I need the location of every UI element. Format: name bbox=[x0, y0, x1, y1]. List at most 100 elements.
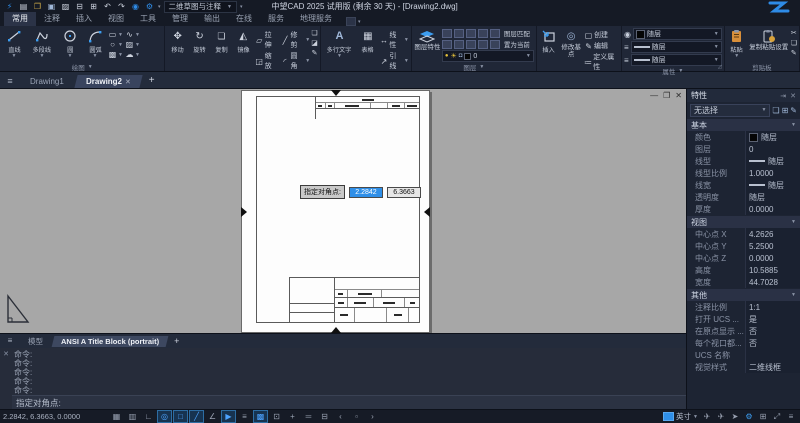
modify-修剪-button[interactable]: ╱修剪▼ bbox=[281, 30, 311, 50]
layer-properties-button[interactable]: 图层特性 bbox=[414, 28, 441, 51]
property-value[interactable]: 0.0000 bbox=[745, 252, 800, 264]
layer-lock-icon[interactable]: ◘ bbox=[459, 53, 463, 59]
layer-merge-icon[interactable] bbox=[478, 40, 488, 49]
layer-isolate-icon[interactable] bbox=[478, 29, 488, 38]
gradient-button[interactable]: ▩▼ bbox=[108, 50, 123, 59]
customize-menu-icon[interactable]: ≡ bbox=[785, 412, 797, 422]
polar-tracking-toggle[interactable]: ◎ bbox=[157, 410, 172, 423]
property-value[interactable]: 1.0000 bbox=[745, 167, 800, 179]
copy-icon[interactable]: ❏ bbox=[791, 39, 797, 47]
property-value[interactable]: 5.2500 bbox=[745, 240, 800, 252]
copy-button[interactable]: ❏ 复制 bbox=[211, 28, 232, 54]
zwcad-logo-icon[interactable]: ⚡ bbox=[4, 2, 15, 12]
property-value[interactable]: 4.2626 bbox=[745, 228, 800, 240]
new-drawing-tab-button[interactable]: + bbox=[143, 75, 161, 88]
circle-button[interactable]: 圆 ▼ bbox=[58, 28, 82, 59]
drawing-canvas[interactable]: — ❐ ✕ bbox=[0, 89, 686, 333]
close-icon[interactable]: ✕ bbox=[790, 92, 796, 100]
units-selector[interactable]: 英寸 ▼ bbox=[663, 411, 698, 422]
grid-toggle[interactable]: ▦ bbox=[109, 410, 124, 423]
property-value[interactable]: 0 bbox=[745, 143, 800, 155]
ribbon-tab-注释[interactable]: 注释 bbox=[36, 12, 68, 26]
property-value[interactable]: 1:1 bbox=[745, 301, 800, 313]
property-value[interactable] bbox=[745, 349, 800, 361]
command-prompt[interactable]: 指定对角点: bbox=[12, 395, 686, 409]
rectangle-button[interactable]: ▭▼ bbox=[108, 30, 123, 39]
layer-on-icon[interactable] bbox=[442, 40, 452, 49]
property-value[interactable]: 随层 bbox=[745, 155, 800, 167]
panel-label-clipboard[interactable]: 剪贴板 bbox=[725, 62, 799, 71]
ribbon-tab-管理[interactable]: 管理 bbox=[164, 12, 196, 26]
close-tab-icon[interactable]: ✕ bbox=[125, 79, 131, 86]
property-value[interactable]: 随层 bbox=[745, 131, 800, 143]
layer-walk-icon[interactable] bbox=[490, 29, 500, 38]
quick-properties-toggle[interactable]: ⊟ bbox=[317, 410, 332, 423]
modify-拉伸-button[interactable]: ▱拉伸 bbox=[255, 30, 279, 50]
move-button[interactable]: ✥ 移动 bbox=[167, 28, 188, 54]
command-window[interactable]: ✕ 命令:命令:命令:命令:命令: 指定对角点: bbox=[0, 348, 686, 409]
mtext-button[interactable]: A 多行文字 ▼ bbox=[323, 28, 356, 59]
snap-toggle[interactable]: ▥ bbox=[125, 410, 140, 423]
ortho-toggle[interactable]: ∟ bbox=[141, 410, 156, 423]
insert-block-button[interactable]: 插入 bbox=[539, 28, 558, 54]
layer-图层匹配-button[interactable]: 图层匹配 bbox=[504, 28, 530, 38]
prev-status-icon[interactable]: ‹ bbox=[333, 410, 348, 423]
dynamic-input-toggle[interactable]: ▶ bbox=[221, 410, 236, 423]
print-icon[interactable]: ⊟ bbox=[74, 2, 85, 12]
rotate-button[interactable]: ↻ 旋转 bbox=[189, 28, 210, 54]
preview-icon[interactable]: ⊞ bbox=[88, 2, 99, 12]
property-value[interactable]: 随层 bbox=[745, 191, 800, 203]
section-header-其他[interactable]: 其他▼ bbox=[687, 289, 800, 301]
dynamic-input-y-field[interactable]: 6.3663 bbox=[387, 187, 421, 198]
line-button[interactable]: 直线 ▼ bbox=[2, 28, 26, 59]
panel-label-draw[interactable]: 绘图▼ bbox=[0, 62, 164, 71]
property-value[interactable]: 0.0000 bbox=[745, 203, 800, 215]
dynamic-ucs-toggle[interactable]: ∠ bbox=[205, 410, 220, 423]
section-header-基本[interactable]: 基本▼ bbox=[687, 119, 800, 131]
block-创建-button[interactable]: ▢创建 bbox=[584, 30, 608, 40]
dynamic-input-x-field[interactable]: 2.2842 bbox=[349, 187, 383, 198]
auto-hide-icon[interactable]: ⇥ bbox=[780, 92, 786, 100]
online-icon[interactable]: ◉ bbox=[130, 2, 141, 12]
layer-置为当前-button[interactable]: 置为当前 bbox=[504, 39, 530, 49]
layer-bulb-icon[interactable]: ● bbox=[445, 53, 449, 59]
ribbon-tab-服务[interactable]: 服务 bbox=[260, 12, 292, 26]
quick-select-icon[interactable]: ✎ bbox=[790, 106, 797, 115]
lineweight-display-toggle[interactable]: ≡ bbox=[237, 410, 252, 423]
lineweight-control-dropdown[interactable]: 随层▼ bbox=[631, 41, 722, 53]
modify-缩放-button[interactable]: ◲缩放 bbox=[255, 51, 279, 71]
object-snap-tracking-toggle[interactable]: ╱ bbox=[189, 410, 204, 423]
layer-freeze-icon[interactable] bbox=[454, 29, 464, 38]
settings-gear-icon[interactable]: ⚙ bbox=[144, 2, 155, 12]
property-value[interactable]: 44.7028 bbox=[745, 276, 800, 288]
ellipse-button[interactable]: ○▼ bbox=[108, 40, 123, 49]
ribbon-tab-插入[interactable]: 插入 bbox=[68, 12, 100, 26]
next-status-icon[interactable]: › bbox=[365, 410, 380, 423]
block-定义属性-button[interactable]: ≔定义属性 bbox=[584, 52, 619, 72]
annotate-引线-button[interactable]: ↗引线▼ bbox=[380, 51, 409, 71]
object-snap-toggle[interactable]: □ bbox=[173, 410, 188, 423]
arc-button[interactable]: 圆弧 ▼ bbox=[83, 28, 107, 59]
ribbon-tab-地理服务[interactable]: 地理服务 bbox=[292, 12, 340, 26]
ribbon-tab-视图[interactable]: 视图 bbox=[100, 12, 132, 26]
polyline-button[interactable]: 多段线 ▼ bbox=[27, 28, 57, 59]
doc-tabs-menu-icon[interactable]: ≡ bbox=[2, 76, 18, 88]
layout-tab-model[interactable]: 模型 bbox=[18, 335, 52, 348]
copy-paste-settings-button[interactable]: 复制粘贴设置 bbox=[748, 28, 790, 51]
annotation-monitor-toggle[interactable]: + bbox=[285, 410, 300, 423]
save-as-icon[interactable]: ▨ bbox=[60, 2, 71, 12]
annotation-scale-list-icon[interactable]: ➤ bbox=[729, 412, 741, 422]
layer-lock-icon[interactable] bbox=[466, 29, 476, 38]
new-layout-button[interactable]: + bbox=[169, 336, 184, 346]
edit-basepoint-button[interactable]: ◎ 修改基点 bbox=[559, 28, 583, 58]
undo-icon[interactable]: ↶ bbox=[102, 2, 113, 12]
annotation-visibility-icon[interactable]: ✈ bbox=[701, 412, 713, 422]
selection-cycling-toggle[interactable]: ⊡ bbox=[269, 410, 284, 423]
ribbon-tab-输出[interactable]: 输出 bbox=[196, 12, 228, 26]
layout-tabs-menu-icon[interactable]: ≡ bbox=[2, 336, 18, 347]
panel-label-layer[interactable]: 图层▼ bbox=[412, 62, 536, 71]
mirror-button[interactable]: ◭ 镜像 bbox=[233, 28, 254, 54]
table-button[interactable]: ▦ 表格 bbox=[357, 28, 379, 54]
property-value[interactable]: 二维线框 bbox=[745, 361, 800, 373]
toggle-pickadd-icon[interactable]: ❏ bbox=[772, 106, 779, 115]
